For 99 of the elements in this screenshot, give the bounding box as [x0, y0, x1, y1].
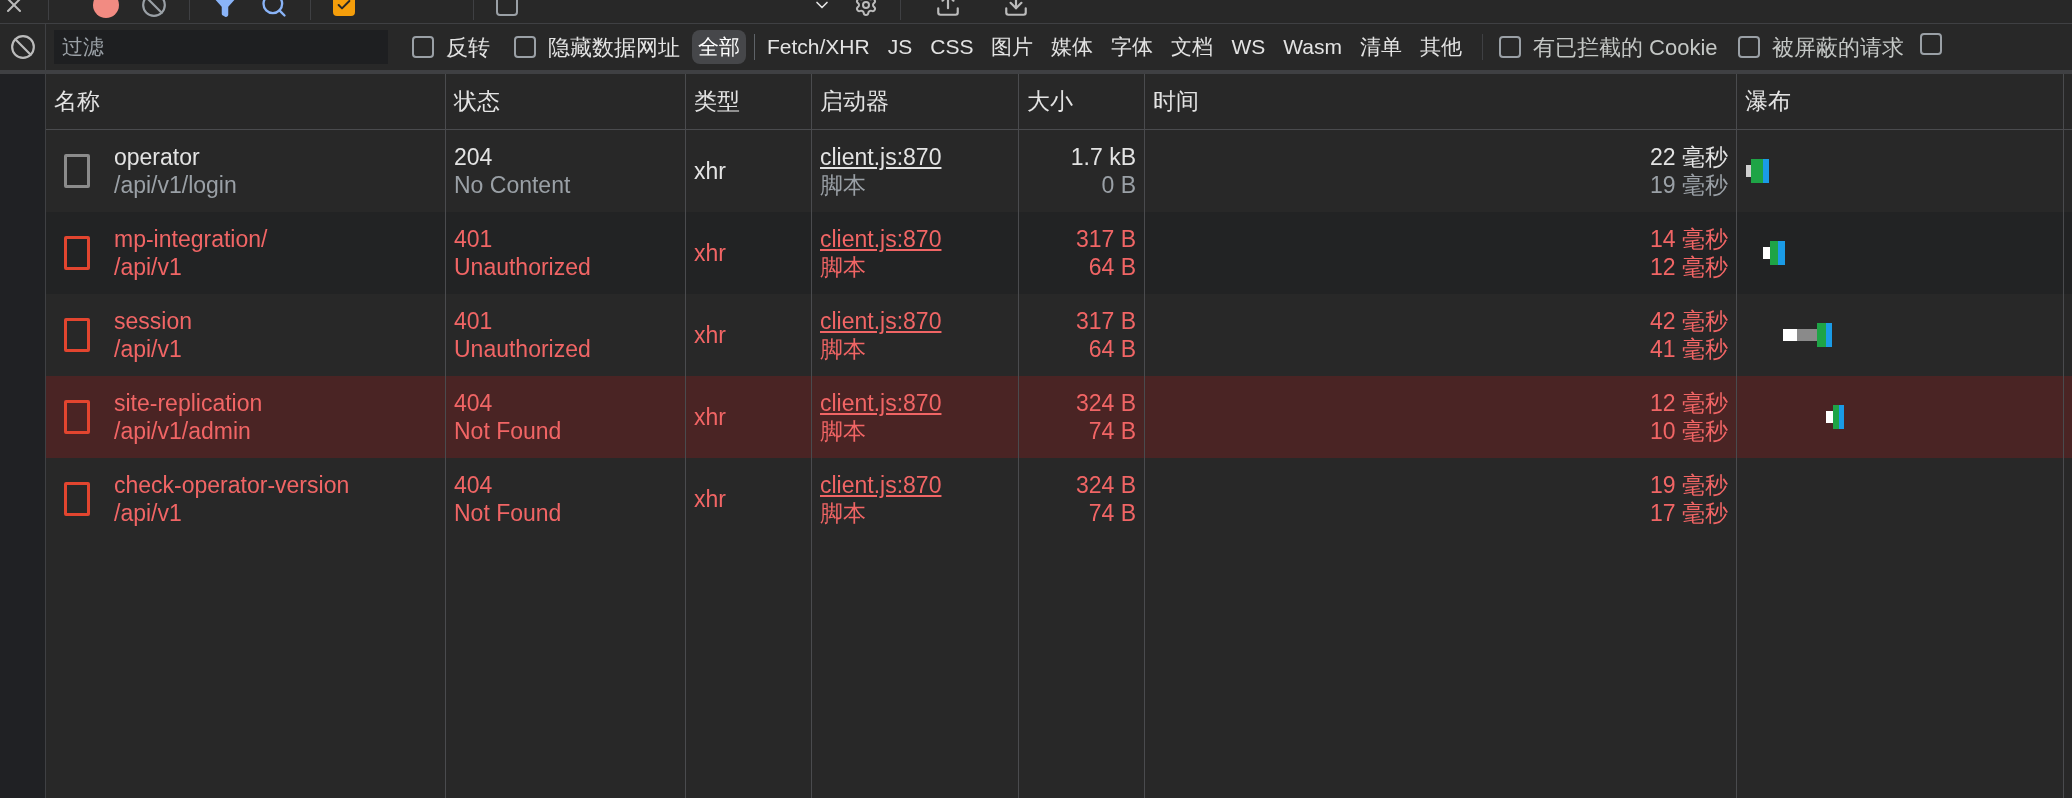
type-filter-tab[interactable]: 字体: [1105, 30, 1160, 64]
document-icon: [64, 154, 90, 188]
initiator-link[interactable]: client.js:870: [820, 391, 942, 415]
status-code: 404: [454, 391, 494, 415]
type-filter-tab[interactable]: 媒体: [1045, 30, 1100, 64]
request-time: 19 毫秒: [1650, 473, 1728, 497]
request-path: /api/v1/login: [114, 173, 237, 197]
type-filter-tab[interactable]: JS: [881, 30, 919, 64]
request-name: mp-integration/: [114, 227, 268, 251]
document-icon: [64, 400, 90, 434]
resource-size: 74 B: [1088, 501, 1136, 525]
column-header[interactable]: 瀑布: [1745, 84, 1791, 119]
request-name: site-replication: [114, 391, 263, 415]
status-code: 401: [454, 309, 494, 333]
checkbox[interactable]: [514, 36, 536, 58]
status-text: Not Found: [454, 419, 563, 443]
initiator-kind: 脚本: [820, 173, 866, 197]
request-type: xhr: [694, 238, 726, 268]
checkbox[interactable]: [412, 36, 434, 58]
initiator-kind: 脚本: [820, 255, 866, 279]
type-filter-tab[interactable]: 文档: [1165, 30, 1220, 64]
request-time: 42 毫秒: [1650, 309, 1728, 333]
type-filter-tab[interactable]: 图片: [985, 30, 1040, 64]
resource-size: 74 B: [1088, 419, 1136, 443]
request-row[interactable]: mp-integration/ /api/v1 401 Unauthorized xhr client.js:870 脚本 317 B 64 B 14 毫秒 12 毫秒: [46, 212, 2072, 294]
request-time: 22 毫秒: [1650, 145, 1728, 169]
request-time: 14 毫秒: [1650, 227, 1728, 251]
type-filter-tab[interactable]: 全部: [692, 30, 746, 64]
initiator-link[interactable]: client.js:870: [820, 145, 942, 169]
status-text: Not Found: [454, 501, 563, 525]
status-text: Unauthorized: [454, 255, 592, 279]
checkbox-label: 反转: [446, 33, 490, 62]
status-code: 404: [454, 473, 494, 497]
document-icon: [64, 236, 90, 270]
checkbox-label: 被屏蔽的请求: [1771, 33, 1904, 62]
type-filter-tab[interactable]: Fetch/XHR: [761, 30, 876, 64]
transfer-size: 324 B: [1075, 473, 1136, 497]
checkbox-label: 有已拦截的 Cookie: [1532, 33, 1718, 62]
resource-size: 64 B: [1088, 337, 1136, 361]
type-filter-tab[interactable]: 清单: [1353, 30, 1408, 64]
initiator-link[interactable]: client.js:870: [820, 473, 942, 497]
waterfall-bar: [1783, 323, 1832, 347]
latency-time: 10 毫秒: [1650, 419, 1728, 443]
status-code: 401: [454, 227, 494, 251]
request-path: /api/v1: [114, 501, 183, 525]
initiator-link[interactable]: client.js:870: [820, 309, 942, 333]
type-filter-tab[interactable]: Wasm: [1277, 30, 1348, 64]
request-path: /api/v1: [114, 255, 183, 279]
request-name: session: [114, 309, 192, 333]
latency-time: 12 毫秒: [1650, 255, 1728, 279]
initiator-kind: 脚本: [820, 337, 866, 361]
request-type: xhr: [694, 484, 726, 514]
initiator-kind: 脚本: [820, 419, 866, 443]
document-icon: [64, 482, 90, 516]
checkbox[interactable]: [1498, 36, 1521, 58]
initiator-kind: 脚本: [820, 501, 866, 525]
transfer-size: 317 B: [1075, 227, 1136, 251]
transfer-size: 317 B: [1075, 309, 1136, 333]
status-code: 204: [454, 145, 494, 169]
waterfall-bar: [1746, 159, 1769, 183]
checkbox[interactable]: [333, 0, 355, 16]
column-header[interactable]: 启动器: [820, 84, 889, 119]
status-text: No Content: [454, 173, 572, 197]
resource-size: 0 B: [1101, 173, 1136, 197]
type-filter-tab[interactable]: 其他: [1413, 30, 1468, 64]
resource-size: 64 B: [1088, 255, 1136, 279]
latency-time: 41 毫秒: [1650, 337, 1728, 361]
latency-time: 19 毫秒: [1650, 173, 1728, 197]
column-header[interactable]: 名称: [54, 84, 100, 119]
transfer-size: 1.7 kB: [1070, 145, 1136, 169]
column-header[interactable]: 类型: [694, 84, 740, 119]
column-header[interactable]: 时间: [1153, 84, 1199, 119]
checkbox[interactable]: [1919, 32, 1942, 55]
document-icon: [64, 318, 90, 352]
request-type: xhr: [694, 320, 726, 350]
request-row[interactable]: site-replication /api/v1/admin 404 Not Found xhr client.js:870 脚本 324 B 74 B 12 毫秒 10 毫秒: [46, 376, 2072, 458]
type-filter-tab[interactable]: WS: [1225, 30, 1272, 64]
network-settings-icon[interactable]: [854, 0, 878, 17]
latency-time: 17 毫秒: [1650, 501, 1728, 525]
initiator-link[interactable]: client.js:870: [820, 227, 942, 251]
waterfall-bar: [1763, 241, 1785, 265]
checkbox[interactable]: [1737, 36, 1760, 58]
column-header[interactable]: 状态: [454, 84, 500, 119]
transfer-size: 324 B: [1075, 391, 1136, 415]
request-time: 12 毫秒: [1650, 391, 1728, 415]
checkbox[interactable]: [496, 0, 518, 16]
request-path: /api/v1: [114, 337, 183, 361]
status-text: Unauthorized: [454, 337, 592, 361]
type-filter-tab[interactable]: CSS: [924, 30, 980, 64]
request-path: /api/v1/admin: [114, 419, 252, 443]
request-name: operator: [114, 145, 201, 169]
block-icon[interactable]: [9, 34, 36, 60]
waterfall-bar: [1826, 405, 1844, 429]
column-header[interactable]: 大小: [1027, 84, 1073, 119]
request-type: xhr: [694, 156, 726, 186]
request-name: check-operator-version: [114, 473, 350, 497]
request-type: xhr: [694, 402, 726, 432]
checkbox-label: 隐藏数据网址: [548, 33, 680, 62]
filter-field[interactable]: 过滤: [54, 30, 388, 64]
